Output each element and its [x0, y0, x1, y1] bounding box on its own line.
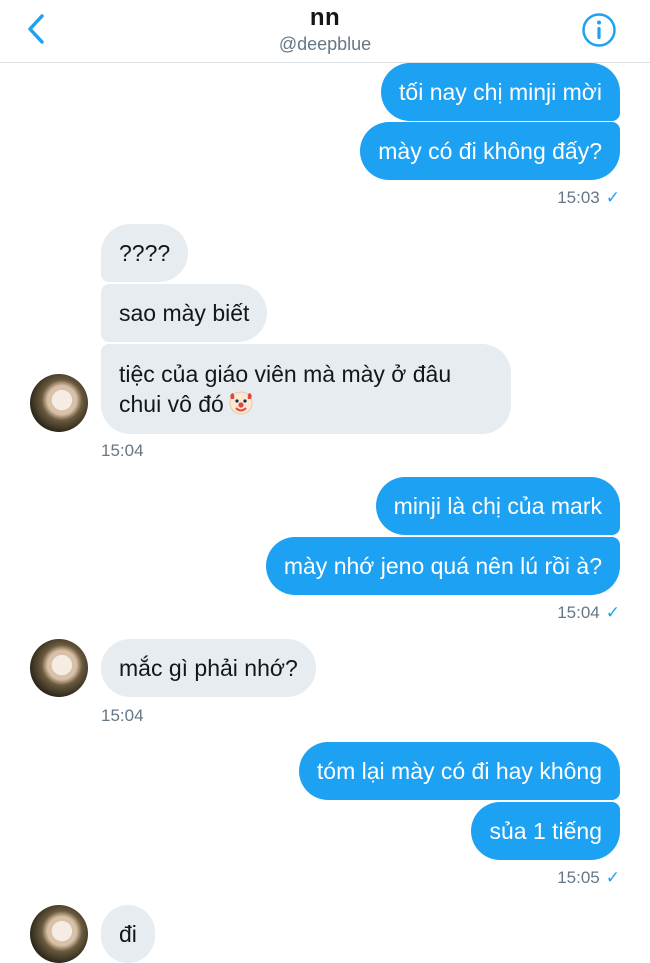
- message-text: tóm lại mày có đi hay không: [316, 758, 602, 784]
- message-bubble-outgoing[interactable]: tóm lại mày có đi hay không: [298, 742, 620, 800]
- clown-face-emoji-icon: [229, 391, 253, 415]
- message-bubble-incoming[interactable]: đi: [101, 905, 155, 963]
- message-text: đi: [119, 921, 137, 947]
- message-text: tối nay chị minji mời: [399, 79, 602, 105]
- message-timestamp: 15:03 ✓: [557, 188, 620, 207]
- info-icon[interactable]: [581, 12, 617, 48]
- contact-avatar[interactable]: [30, 639, 88, 697]
- message-bubble-outgoing[interactable]: mày có đi không đấy?: [360, 122, 620, 180]
- message-bubble-incoming[interactable]: ????: [101, 224, 189, 282]
- conversation-title[interactable]: nn: [0, 4, 650, 32]
- message-text: ????: [119, 240, 171, 266]
- message-text: mắc gì phải nhớ?: [119, 655, 298, 681]
- message-timestamp: 15:04 ✓: [557, 603, 620, 622]
- message-bubble-incoming[interactable]: mắc gì phải nhớ?: [101, 639, 316, 697]
- message-bubble-outgoing[interactable]: mày nhớ jeno quá nên lú rồi à?: [265, 537, 620, 595]
- message-text: sao mày biết: [119, 300, 250, 326]
- message-text: mày nhớ jeno quá nên lú rồi à?: [283, 553, 602, 579]
- message-bubble-incoming[interactable]: sao mày biết: [101, 284, 268, 342]
- message-text-line: tiệc của giáo viên mà mày ở đâu: [119, 361, 452, 387]
- message-text: mày có đi không đấy?: [378, 138, 602, 164]
- message-text: minji là chị của mark: [393, 493, 602, 519]
- message-timestamp: 15:05 ✓: [557, 868, 620, 887]
- message-text: sủa 1 tiếng: [489, 818, 602, 844]
- read-check-icon: ✓: [605, 868, 620, 887]
- read-check-icon: ✓: [605, 603, 620, 622]
- contact-avatar[interactable]: [30, 374, 88, 432]
- message-timestamp: 15:04: [101, 706, 144, 725]
- message-bubble-outgoing[interactable]: minji là chị của mark: [375, 477, 620, 535]
- message-bubble-incoming[interactable]: tiệc của giáo viên mà mày ở đâu chui vô …: [101, 344, 511, 434]
- contact-avatar[interactable]: [30, 905, 88, 963]
- conversation-handle[interactable]: @deepblue: [0, 34, 650, 55]
- conversation-header: nn @deepblue: [0, 0, 650, 63]
- message-bubble-outgoing[interactable]: tối nay chị minji mời: [381, 63, 620, 121]
- message-bubble-outgoing[interactable]: sủa 1 tiếng: [471, 802, 620, 860]
- message-text-line: chui vô đó: [119, 389, 493, 419]
- message-timestamp: 15:04: [101, 441, 144, 460]
- read-check-icon: ✓: [605, 188, 620, 207]
